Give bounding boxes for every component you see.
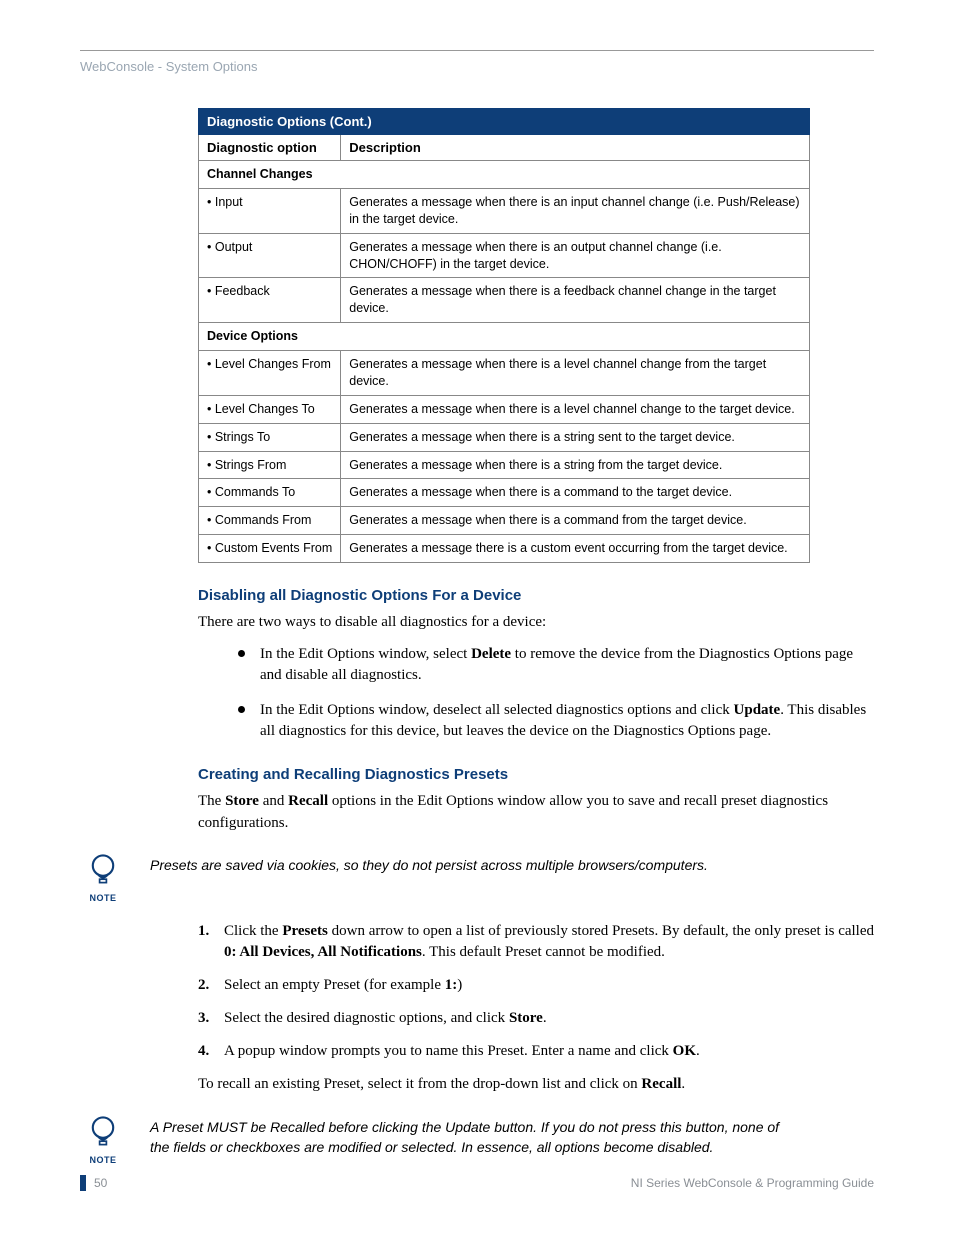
table-row: • Custom Events FromGenerates a message … bbox=[199, 535, 810, 563]
note-block: NOTE A Preset MUST be Recalled before cl… bbox=[80, 1114, 874, 1165]
note-text: Presets are saved via cookies, so they d… bbox=[150, 852, 874, 876]
note-block: NOTE Presets are saved via cookies, so t… bbox=[80, 852, 874, 903]
paragraph: To recall an existing Preset, select it … bbox=[198, 1074, 874, 1096]
heading-presets: Creating and Recalling Diagnostics Prese… bbox=[198, 766, 874, 783]
note-text: A Preset MUST be Recalled before clickin… bbox=[150, 1114, 874, 1157]
paragraph: The Store and Recall options in the Edit… bbox=[198, 791, 874, 835]
step-item: Select the desired diagnostic options, a… bbox=[198, 1008, 874, 1029]
table-row: • InputGenerates a message when there is… bbox=[199, 188, 810, 233]
table-section-device-options: Device Options bbox=[199, 323, 810, 351]
step-item: Select an empty Preset (for example 1:) bbox=[198, 975, 874, 996]
table-title: Diagnostic Options (Cont.) bbox=[199, 109, 810, 135]
lightbulb-icon bbox=[86, 852, 120, 886]
table-row: • Commands FromGenerates a message when … bbox=[199, 507, 810, 535]
table-section-channel-changes: Channel Changes bbox=[199, 161, 810, 189]
note-icon: NOTE bbox=[80, 852, 126, 903]
page-number: 50 bbox=[94, 1176, 107, 1190]
list-item: In the Edit Options window, select Delet… bbox=[238, 644, 874, 686]
table-col-option: Diagnostic option bbox=[199, 135, 341, 161]
table-row: • FeedbackGenerates a message when there… bbox=[199, 278, 810, 323]
table-col-description: Description bbox=[341, 135, 810, 161]
table-row: • Commands ToGenerates a message when th… bbox=[199, 479, 810, 507]
diagnostic-options-table: Diagnostic Options (Cont.) Diagnostic op… bbox=[198, 108, 810, 563]
footer-title: NI Series WebConsole & Programming Guide bbox=[631, 1176, 874, 1190]
lightbulb-icon bbox=[86, 1114, 120, 1148]
step-item: A popup window prompts you to name this … bbox=[198, 1041, 874, 1062]
step-item: Click the Presets down arrow to open a l… bbox=[198, 921, 874, 963]
paragraph: There are two ways to disable all diagno… bbox=[198, 612, 874, 634]
running-header: WebConsole - System Options bbox=[80, 59, 874, 74]
table-row: • Level Changes FromGenerates a message … bbox=[199, 351, 810, 396]
table-row: • Strings ToGenerates a message when the… bbox=[199, 423, 810, 451]
note-icon: NOTE bbox=[80, 1114, 126, 1165]
table-row: • Strings FromGenerates a message when t… bbox=[199, 451, 810, 479]
table-row: • Level Changes ToGenerates a message wh… bbox=[199, 395, 810, 423]
page-footer: 50 NI Series WebConsole & Programming Gu… bbox=[80, 1175, 874, 1191]
heading-disabling: Disabling all Diagnostic Options For a D… bbox=[198, 587, 874, 604]
table-row: • OutputGenerates a message when there i… bbox=[199, 233, 810, 278]
list-item: In the Edit Options window, deselect all… bbox=[238, 700, 874, 742]
